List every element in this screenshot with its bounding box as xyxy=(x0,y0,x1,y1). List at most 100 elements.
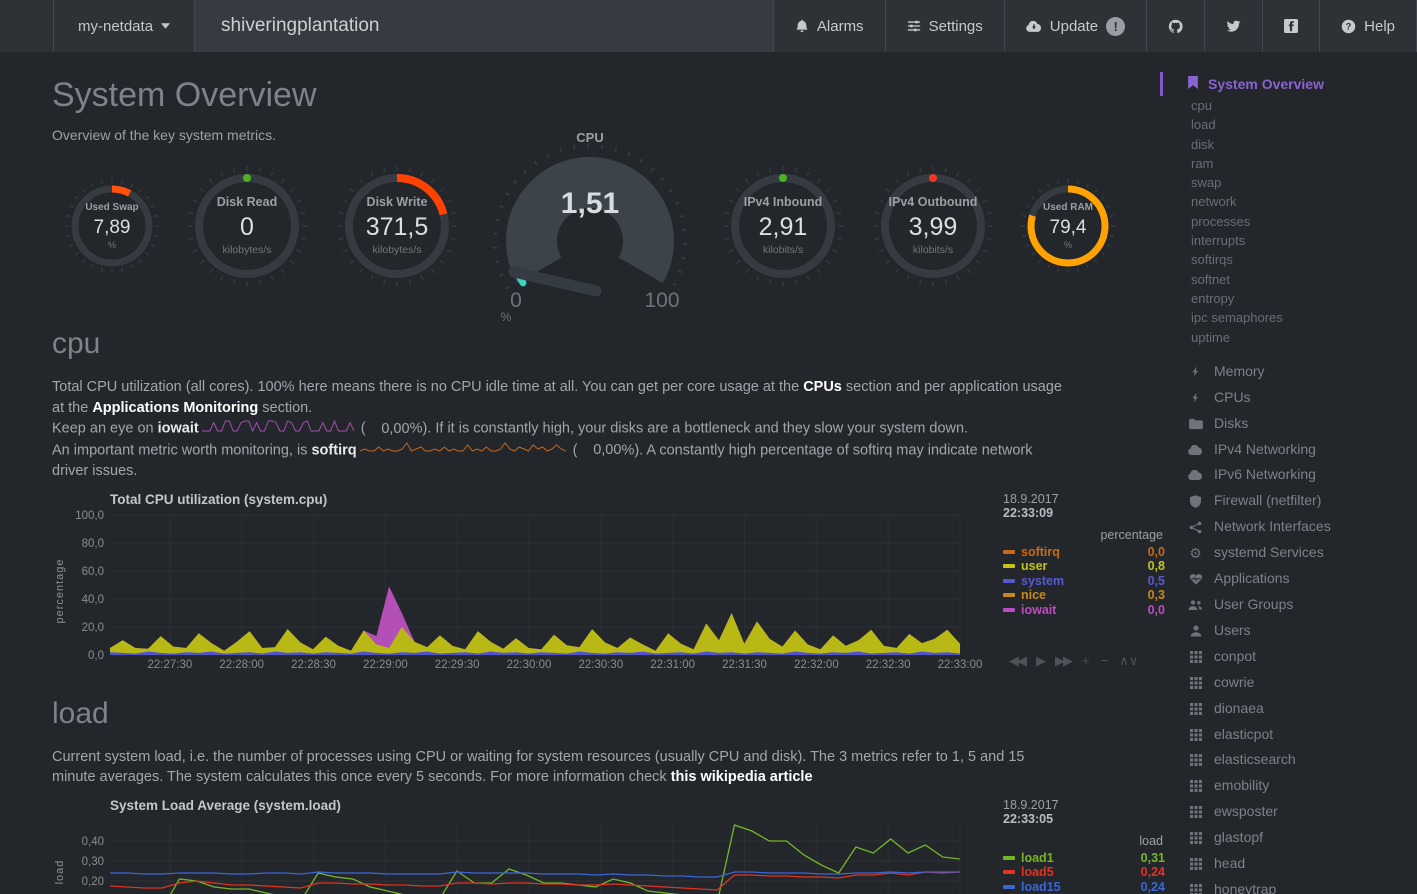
svg-text:100,0: 100,0 xyxy=(75,510,104,522)
svg-text:22:32:00: 22:32:00 xyxy=(794,659,839,671)
sidebar-subitem-disk[interactable]: disk xyxy=(1160,135,1417,154)
gauge-canvas-disk-read[interactable]: Disk Read0kilobytes/s xyxy=(180,159,314,293)
sidebar-item-user-groups[interactable]: User Groups xyxy=(1160,592,1417,618)
iowait-sparkline xyxy=(202,418,354,440)
sidebar-subitem-network[interactable]: network xyxy=(1160,192,1417,211)
cpu-chart-canvas[interactable]: 22:27:3022:28:0022:28:3022:29:0022:29:30… xyxy=(68,509,993,673)
sidebar-item-memory[interactable]: Memory xyxy=(1160,359,1417,385)
nav-button-facebook[interactable] xyxy=(1262,0,1319,52)
my-netdata-menu[interactable]: my-netdata xyxy=(54,0,195,52)
legend-time: 22:33:09 xyxy=(1003,506,1165,520)
sidebar-item-network-interfaces[interactable]: Network Interfaces xyxy=(1160,514,1417,540)
bookmark-icon xyxy=(1187,76,1199,92)
gauge-ipv4-inbound[interactable]: IPv4 Inbound2,91kilobits/s xyxy=(716,159,850,293)
sidebar-subitem-swap[interactable]: swap xyxy=(1160,173,1417,192)
svg-text:22:29:30: 22:29:30 xyxy=(435,659,480,671)
play-button[interactable]: ▶ xyxy=(1036,653,1044,669)
gauge-canvas-ipv4-inbound[interactable]: IPv4 Inbound2,91kilobits/s xyxy=(716,159,850,293)
sidebar-item-elasticsearch[interactable]: elasticsearch xyxy=(1160,747,1417,773)
skip-forward-button[interactable]: ▶▶ xyxy=(1055,653,1071,669)
applications-monitoring-link[interactable]: Applications Monitoring xyxy=(92,400,258,416)
svg-text:%: % xyxy=(108,240,116,250)
skip-back-button[interactable]: ◀◀ xyxy=(1009,653,1025,669)
wikipedia-article-link[interactable]: this wikipedia article xyxy=(671,769,813,785)
grid-icon xyxy=(1187,806,1204,818)
legend-swatch xyxy=(1003,870,1015,874)
gauge-cpu[interactable]: CPU1,510100% xyxy=(480,130,700,323)
sidebar-item-ipv4-networking[interactable]: IPv4 Networking xyxy=(1160,437,1417,463)
sidebar-subitem-entropy[interactable]: entropy xyxy=(1160,289,1417,308)
load-chart-legend: 18.9.201722:33:05loadload10,31load50,24l… xyxy=(993,798,1165,894)
nav-button-update[interactable]: Update! xyxy=(1004,0,1146,52)
sidebar-item-glastopf[interactable]: glastopf xyxy=(1160,825,1417,851)
legend-item-load15[interactable]: load150,24 xyxy=(1003,880,1165,894)
svg-text:0,30: 0,30 xyxy=(82,856,104,868)
gauge-canvas-disk-write[interactable]: Disk Write371,5kilobytes/s xyxy=(330,159,464,293)
legend-item-nice[interactable]: nice0,3 xyxy=(1003,588,1165,603)
cpus-link[interactable]: CPUs xyxy=(803,379,842,395)
legend-item-user[interactable]: user0,8 xyxy=(1003,559,1165,574)
hostname-title[interactable]: shiveringplantation xyxy=(195,0,405,52)
legend-item-softirq[interactable]: softirq0,0 xyxy=(1003,545,1165,560)
sidebar-subitem-interrupts[interactable]: interrupts xyxy=(1160,231,1417,250)
sidebar-item-ipv6-networking[interactable]: IPv6 Networking xyxy=(1160,462,1417,488)
sidebar-subitem-ram[interactable]: ram xyxy=(1160,154,1417,173)
cpu-gauge-canvas[interactable]: 1,510100% xyxy=(480,141,700,323)
sidebar-item-label: IPv4 Networking xyxy=(1214,437,1316,463)
gauge-ipv4-outbound[interactable]: IPv4 Outbound3,99kilobits/s xyxy=(866,159,1000,293)
sidebar-item-firewall-netfilter-[interactable]: Firewall (netfilter) xyxy=(1160,488,1417,514)
sidebar-subitem-softnet[interactable]: softnet xyxy=(1160,270,1417,289)
sidebar-subitem-cpu[interactable]: cpu xyxy=(1160,96,1417,115)
sidebar-item-systemd-services[interactable]: ⚙systemd Services xyxy=(1160,540,1417,566)
sidebar-item-emobility[interactable]: emobility xyxy=(1160,773,1417,799)
load-chart-canvas[interactable]: 22:27:3022:28:0022:28:3022:29:0022:29:30… xyxy=(68,815,993,894)
nav-button-github[interactable] xyxy=(1146,0,1204,52)
legend-name: user xyxy=(1021,559,1148,573)
sidebar-item-applications[interactable]: Applications xyxy=(1160,566,1417,592)
zoom-out-button[interactable]: − xyxy=(1101,653,1109,668)
sidebar-subitem-ipc-semaphores[interactable]: ipc semaphores xyxy=(1160,308,1417,327)
svg-text:0,20: 0,20 xyxy=(82,876,104,888)
sidebar-item-conpot[interactable]: conpot xyxy=(1160,644,1417,670)
sidebar-item-dionaea[interactable]: dionaea xyxy=(1160,696,1417,722)
sidebar-subitem-softirqs[interactable]: softirqs xyxy=(1160,250,1417,269)
legend-item-load5[interactable]: load50,24 xyxy=(1003,865,1165,880)
gauge-canvas-used-ram[interactable]: Used RAM79,4% xyxy=(1016,174,1120,278)
resize-button[interactable]: ∧∨ xyxy=(1119,653,1138,669)
bolt-icon xyxy=(1187,365,1204,378)
bolt-icon xyxy=(1187,391,1204,404)
gauge-disk-write[interactable]: Disk Write371,5kilobytes/s xyxy=(330,159,464,293)
nav-button-help[interactable]: ?Help xyxy=(1319,0,1417,52)
sidebar-item-elasticpot[interactable]: elasticpot xyxy=(1160,722,1417,748)
sidebar-item-head[interactable]: head xyxy=(1160,851,1417,877)
sidebar-item-cowrie[interactable]: cowrie xyxy=(1160,670,1417,696)
sidebar-subitem-processes[interactable]: processes xyxy=(1160,212,1417,231)
legend-units: load xyxy=(1003,834,1163,848)
gauge-used-swap[interactable]: Used Swap7,89% xyxy=(60,174,164,278)
legend-item-system[interactable]: system0,5 xyxy=(1003,574,1165,589)
svg-text:371,5: 371,5 xyxy=(366,213,429,241)
zoom-in-button[interactable]: + xyxy=(1082,653,1090,668)
nav-button-alarms[interactable]: Alarms xyxy=(773,0,885,52)
sidebar-item-disks[interactable]: Disks xyxy=(1160,411,1417,437)
text-fragment: %). If it is constantly high, your disks… xyxy=(410,421,969,437)
legend-item-load1[interactable]: load10,31 xyxy=(1003,851,1165,866)
gauge-canvas-used-swap[interactable]: Used Swap7,89% xyxy=(60,174,164,278)
gauge-disk-read[interactable]: Disk Read0kilobytes/s xyxy=(180,159,314,293)
gauge-canvas-ipv4-outbound[interactable]: IPv4 Outbound3,99kilobits/s xyxy=(866,159,1000,293)
sidebar-item-ewsposter[interactable]: ewsposter xyxy=(1160,799,1417,825)
cpu-section-heading: cpu xyxy=(52,327,1160,361)
nav-button-twitter[interactable] xyxy=(1204,0,1262,52)
sidebar-item-cpus[interactable]: CPUs xyxy=(1160,385,1417,411)
gauge-used-ram[interactable]: Used RAM79,4% xyxy=(1016,174,1120,278)
sidebar-item-honeytrap[interactable]: honeytrap xyxy=(1160,877,1417,894)
nav-button-settings[interactable]: Settings xyxy=(885,0,1004,52)
sidebar-subitem-load[interactable]: load xyxy=(1160,115,1417,134)
legend-item-iowait[interactable]: iowait0,0 xyxy=(1003,603,1165,618)
sidebar-item-system-overview[interactable]: System Overview xyxy=(1160,72,1417,96)
svg-text:20,0: 20,0 xyxy=(82,622,104,634)
description-line: An important metric worth monitoring, is… xyxy=(52,440,1070,482)
sidebar-item-users[interactable]: Users xyxy=(1160,618,1417,644)
sidebar-subitem-uptime[interactable]: uptime xyxy=(1160,328,1417,347)
legend-units: percentage xyxy=(1003,528,1163,542)
